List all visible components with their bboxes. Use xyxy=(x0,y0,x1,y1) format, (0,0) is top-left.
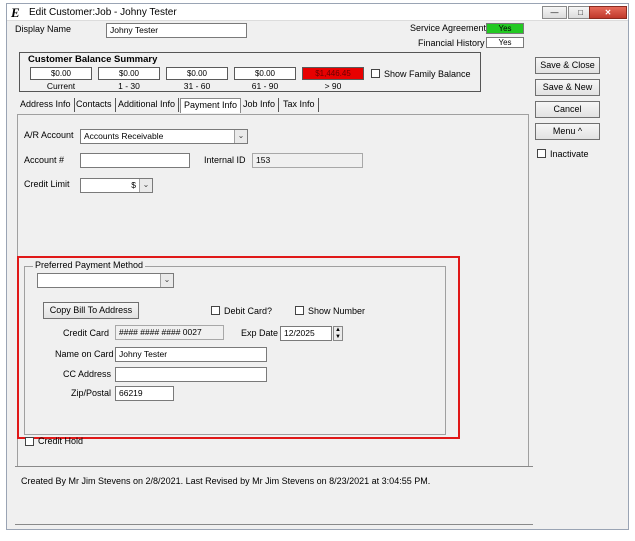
show-family-balance-checkbox[interactable] xyxy=(371,69,380,78)
tab-strip: Address Info Contacts Additional Info Pa… xyxy=(17,98,437,114)
balance-1-30-amount: $0.00 xyxy=(98,67,160,80)
ar-account-label: A/R Account xyxy=(24,130,74,140)
show-family-balance-label: Show Family Balance xyxy=(384,69,471,79)
internal-id-label: Internal ID xyxy=(204,155,246,165)
minimize-button[interactable]: — xyxy=(542,6,567,19)
internal-id-field: 153 xyxy=(252,153,363,168)
credit-limit-value: $ xyxy=(131,180,136,190)
financial-history-badge[interactable]: Yes xyxy=(486,37,524,48)
account-number-label: Account # xyxy=(24,155,65,165)
highlight-annotation-box xyxy=(17,256,460,439)
save-close-button[interactable]: Save & Close xyxy=(535,57,600,74)
inactivate-checkbox[interactable] xyxy=(537,149,546,158)
balance-current-amount: $0.00 xyxy=(30,67,92,80)
balance-61-90-amount: $0.00 xyxy=(234,67,296,80)
tab-tax-info[interactable]: Tax Info xyxy=(280,98,319,112)
account-number-field[interactable] xyxy=(80,153,190,168)
window-title: Edit Customer:Job - Johny Tester xyxy=(29,7,177,18)
balance-summary-group: Customer Balance Summary $0.00 Current $… xyxy=(19,52,481,92)
menu-button[interactable]: Menu ^ xyxy=(535,123,600,140)
balance-1-30-caption: 1 - 30 xyxy=(118,81,140,91)
balance-summary-title: Customer Balance Summary xyxy=(28,54,158,65)
tab-address-info[interactable]: Address Info xyxy=(17,98,75,112)
bottom-divider xyxy=(15,524,533,525)
balance-row: $0.00 Current $0.00 1 - 30 $0.00 31 - 60… xyxy=(30,67,480,93)
credit-hold-label: Credit Hold xyxy=(38,436,84,446)
credit-limit-label: Credit Limit xyxy=(24,179,70,189)
balance-current-caption: Current xyxy=(46,81,76,91)
tab-payment-info[interactable]: Payment Info xyxy=(180,98,242,113)
balance-over-90-caption: > 90 xyxy=(324,81,342,91)
balance-31-60-amount: $0.00 xyxy=(166,67,228,80)
ar-account-select[interactable]: Accounts Receivable ⌄ xyxy=(80,129,248,144)
credit-hold-checkbox[interactable] xyxy=(25,437,34,446)
display-name-field[interactable]: Johny Tester xyxy=(106,23,247,38)
title-bar: E Edit Customer:Job - Johny Tester — □ ✕ xyxy=(7,4,628,21)
financial-history-label: Financial History xyxy=(418,38,485,48)
display-name-label: Display Name xyxy=(15,24,72,34)
service-agreement-badge[interactable]: Yes xyxy=(486,23,524,34)
tab-additional-info[interactable]: Additional Info xyxy=(115,98,180,112)
ar-account-value: Accounts Receivable xyxy=(84,131,164,141)
cancel-button[interactable]: Cancel xyxy=(535,101,600,118)
inactivate-label: Inactivate xyxy=(550,149,589,159)
close-button[interactable]: ✕ xyxy=(589,6,627,19)
audit-status-text: Created By Mr Jim Stevens on 2/8/2021. L… xyxy=(21,476,431,486)
credit-limit-field[interactable]: $ ⌄ xyxy=(80,178,153,193)
save-new-button[interactable]: Save & New xyxy=(535,79,600,96)
chevron-down-icon[interactable]: ⌄ xyxy=(139,179,152,192)
edit-customer-window: E Edit Customer:Job - Johny Tester — □ ✕… xyxy=(6,3,629,530)
tab-contacts[interactable]: Contacts xyxy=(73,98,116,112)
status-divider xyxy=(15,466,533,467)
chevron-down-icon: ⌄ xyxy=(234,130,247,143)
balance-31-60-caption: 31 - 60 xyxy=(183,81,211,91)
app-logo-icon: E xyxy=(11,5,20,20)
balance-61-90-caption: 61 - 90 xyxy=(251,81,279,91)
tab-job-info[interactable]: Job Info xyxy=(240,98,280,112)
service-agreement-label: Service Agreement xyxy=(410,23,487,33)
balance-over-90-amount: $1,446.45 xyxy=(302,67,364,80)
